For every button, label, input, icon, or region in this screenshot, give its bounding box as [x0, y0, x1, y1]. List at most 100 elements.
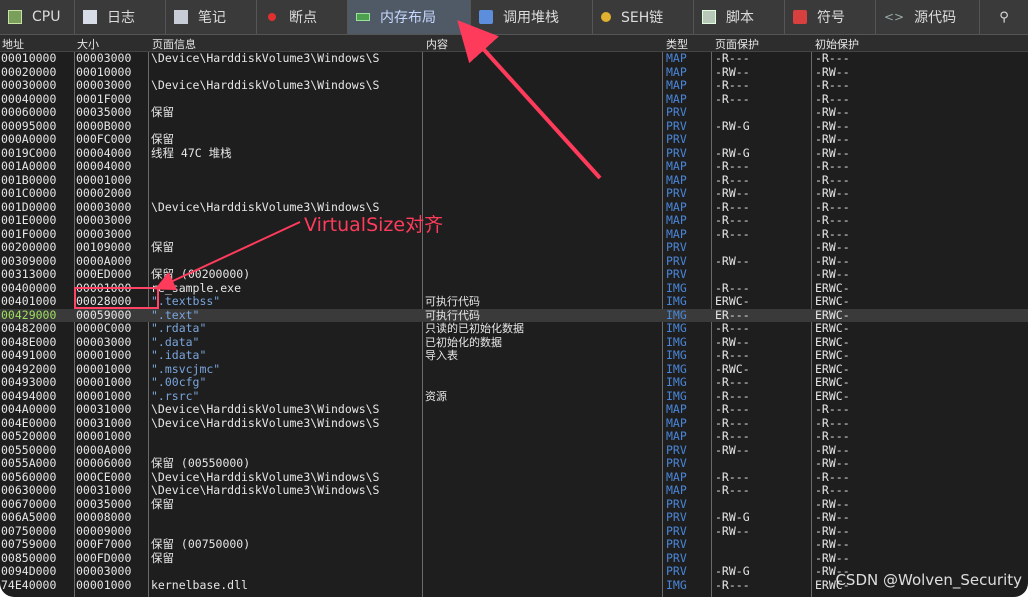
size-cell: 00009000 — [76, 524, 132, 538]
table-row[interactable]: 00313000 000ED000 保留 (00200000) PRV -RW-- — [0, 268, 1028, 282]
table-row[interactable]: 00429000 00059000 ".text" 可执行代码 IMG ER--- ERWC… — [0, 308, 1028, 322]
table-row[interactable]: 00759000 000F7000 保留 (00750000) PRV -RW-- — [0, 538, 1028, 552]
col-page-info[interactable]: 页面信息 — [152, 36, 196, 52]
initial-protection-cell: -RW-- — [815, 443, 850, 457]
table-row[interactable]: 0055A000 00006000 保留 (00550000) PRV -RW-- — [0, 457, 1028, 471]
size-cell: 00001000 — [76, 173, 132, 187]
table-row[interactable]: 0048E000 00003000 ".data" 已初始化的数据 IMG -RW-- ER… — [0, 336, 1028, 350]
table-row[interactable]: 00492000 00001000 ".msvcjmc" IMG -RWC- ERWC- — [0, 363, 1028, 377]
page-info-cell: ".data" — [151, 335, 200, 349]
table-row[interactable]: 001E0000 00003000 MAP -R--- -R--- — [0, 214, 1028, 228]
table-row[interactable]: 00095000 0000B000 PRV -RW-G -RW-- — [0, 120, 1028, 134]
col-address[interactable]: 地址 — [2, 36, 24, 52]
table-row[interactable]: 00494000 00001000 ".rsrc" 资源 IMG -R--- ERWC- — [0, 390, 1028, 404]
initial-protection-cell: -R--- — [815, 214, 850, 227]
protection-cell: -RW-- — [715, 443, 750, 457]
initial-protection-cell: -R--- — [815, 160, 850, 173]
address-cell: 004E0000 — [1, 416, 57, 430]
address-cell: 001F0000 — [1, 227, 57, 241]
table-row[interactable]: 00493000 00001000 ".00cfg" IMG -R--- ERWC- — [0, 376, 1028, 390]
protection-cell: -RW-G — [715, 146, 750, 160]
protection-cell: -RWC- — [715, 362, 750, 376]
table-row[interactable]: 00200000 00109000 保留 PRV -RW-- — [0, 241, 1028, 255]
initial-protection-cell: -RW-- — [815, 538, 850, 551]
size-cell: 00001000 — [76, 389, 132, 403]
table-row[interactable]: 00491000 00001000 ".idata" 导入表 IMG -R--- ERWC- — [0, 349, 1028, 363]
initial-protection-cell: ERWC- — [815, 362, 850, 376]
tab-0[interactable]: CPU — [0, 0, 75, 34]
address-cell: 00010000 — [1, 52, 57, 65]
col-type[interactable]: 类型 — [666, 36, 688, 52]
source-icon: <> — [884, 10, 905, 24]
table-row[interactable]: 001B0000 00001000 MAP -R--- -R--- — [0, 174, 1028, 188]
table-row[interactable]: 00630000 00031000 \Device\HarddiskVolume3\… — [0, 484, 1028, 498]
col-content[interactable]: 内容 — [426, 36, 448, 52]
table-row[interactable]: 00560000 000CE000 \Device\HarddiskVolume3\… — [0, 471, 1028, 485]
address-cell: 00020000 — [1, 65, 57, 79]
page-info-cell: ".text" — [151, 308, 200, 322]
initial-protection-cell: -RW-- — [815, 65, 850, 79]
table-row[interactable]: 001D0000 00003000 \Device\HarddiskVolume3\… — [0, 201, 1028, 215]
address-cell: 74E40000 — [1, 578, 57, 592]
content-cell: 可执行代码 — [425, 295, 480, 308]
type-cell: MAP — [666, 52, 687, 65]
type-cell: MAP — [666, 416, 687, 430]
table-row[interactable]: 00040000 0001F000 MAP -R--- -R--- — [0, 93, 1028, 107]
col-protection[interactable]: 页面保护 — [715, 36, 759, 52]
table-row[interactable]: 001C0000 00002000 PRV -RW-- -RW-- — [0, 187, 1028, 201]
tab-2[interactable]: 笔记 — [166, 0, 257, 34]
tab-6[interactable]: SEH链 — [593, 0, 694, 34]
table-row[interactable]: 000A0000 000FC000 保留 PRV -RW-- — [0, 133, 1028, 147]
table-row[interactable]: 00670000 00035000 保留 PRV -RW-- — [0, 498, 1028, 512]
protection-cell: -R--- — [715, 227, 750, 241]
address-cell: 00200000 — [1, 241, 57, 254]
table-row[interactable]: 00030000 00003000 \Device\HarddiskVolume3\… — [0, 79, 1028, 93]
tab-7[interactable]: 脚本 — [694, 0, 785, 34]
page-info-cell: 保留 (00550000) — [151, 457, 251, 470]
initial-protection-cell: -R--- — [815, 200, 850, 214]
table-row[interactable]: 004A0000 00031000 \Device\HarddiskVolume3\… — [0, 403, 1028, 417]
size-cell: 00031000 — [76, 484, 132, 497]
size-cell: 0000B000 — [76, 119, 132, 133]
tab-3[interactable]: 断点 — [257, 0, 348, 34]
table-row[interactable]: 001F0000 00003000 MAP -R--- -R--- — [0, 228, 1028, 242]
tab-4[interactable]: 内存布局 — [348, 0, 471, 34]
table-row[interactable]: 001A0000 00004000 MAP -R--- -R--- — [0, 160, 1028, 174]
tab-9[interactable]: <> 源代码 — [876, 0, 980, 34]
type-cell: IMG — [666, 376, 687, 389]
table-row[interactable]: 00550000 0000A000 PRV -RW-- -RW-- — [0, 444, 1028, 458]
type-cell: MAP — [666, 403, 687, 416]
breakpoint-icon — [268, 13, 276, 21]
size-cell: 00003000 — [76, 79, 132, 92]
type-cell: IMG — [666, 389, 687, 403]
address-cell: 00060000 — [1, 106, 57, 119]
type-cell: MAP — [666, 430, 687, 443]
table-row[interactable]: 00309000 0000A000 PRV -RW-- -RW-- — [0, 255, 1028, 269]
table-row[interactable]: 00482000 0000C000 ".rdata" 只读的已初始化数据 IMG -R--… — [0, 322, 1028, 336]
size-cell: 000F7000 — [76, 538, 132, 551]
search-icon: ⚲ — [999, 9, 1009, 25]
table-row[interactable]: 006A5000 00008000 PRV -RW-G -RW-- — [0, 511, 1028, 525]
table-row[interactable]: 00850000 000FD000 保留 PRV -RW-- — [0, 552, 1028, 566]
col-initial-protection[interactable]: 初始保护 — [815, 36, 859, 52]
table-row[interactable]: 00060000 00035000 保留 PRV -RW-- — [0, 106, 1028, 120]
type-cell: PRV — [666, 538, 687, 551]
page-info-cell: \Device\HarddiskVolume3\Windows\S — [151, 416, 380, 430]
search-button[interactable]: ⚲ — [980, 0, 1028, 34]
initial-protection-cell: -R--- — [815, 403, 850, 416]
table-row[interactable]: 00750000 00009000 PRV -RW-- -RW-- — [0, 525, 1028, 539]
type-cell: IMG — [666, 281, 687, 295]
table-row[interactable]: 0019C000 00004000 线程 47C 堆栈 PRV -RW-G -RW-- — [0, 147, 1028, 161]
tab-1[interactable]: 日志 — [75, 0, 166, 34]
content-cell: 已初始化的数据 — [425, 335, 502, 349]
table-row[interactable]: 004E0000 00031000 \Device\HarddiskVolume3\… — [0, 417, 1028, 431]
address-cell: 0019C000 — [1, 146, 57, 160]
table-row[interactable]: 00520000 00001000 MAP -R--- -R--- — [0, 430, 1028, 444]
type-cell: IMG — [666, 295, 687, 308]
table-row[interactable]: 00010000 00003000 \Device\HarddiskVolume3\… — [0, 52, 1028, 66]
tab-8[interactable]: 符号 — [785, 0, 876, 34]
size-cell: 00035000 — [76, 106, 132, 119]
tab-5[interactable]: 调用堆栈 — [471, 0, 593, 34]
col-size[interactable]: 大小 — [77, 36, 99, 52]
table-row[interactable]: 00020000 00010000 MAP -RW-- -RW-- — [0, 66, 1028, 80]
